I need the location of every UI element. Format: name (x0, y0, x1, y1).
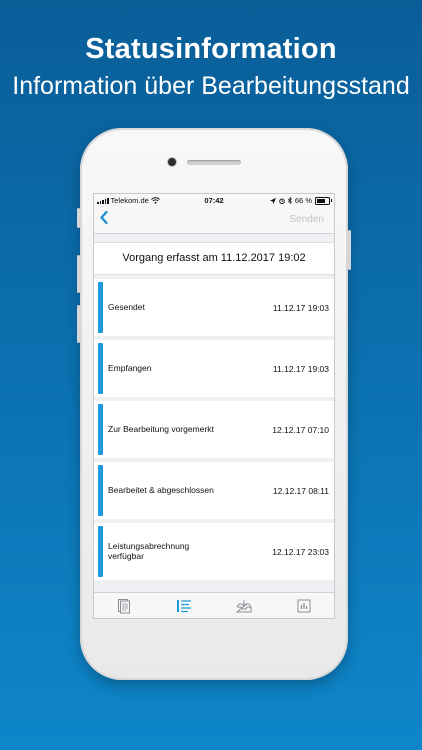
status-row: Bearbeitet & abgeschlossen 12.12.17 08:1… (94, 462, 334, 519)
send-button[interactable]: Senden (290, 214, 324, 225)
bluetooth-icon (287, 197, 292, 204)
status-indicator-bar (98, 526, 103, 577)
phone-power-button (348, 230, 351, 270)
status-row: Leistungsabrechnung verfügbar 12.12.17 2… (94, 523, 334, 580)
chart-icon (297, 599, 311, 613)
document-icon (118, 599, 130, 614)
navigation-bar: Senden (94, 207, 334, 234)
tab-statistics[interactable] (274, 593, 334, 618)
status-indicator-bar (98, 282, 103, 333)
status-indicator-bar (98, 343, 103, 394)
tab-status[interactable] (154, 593, 214, 618)
status-date: 12.12.17 23:03 (272, 546, 329, 557)
phone-mute-switch (77, 208, 80, 228)
tab-document[interactable] (94, 593, 154, 618)
promo-headline: Statusinformation (85, 33, 337, 65)
location-arrow-icon (269, 197, 276, 204)
battery-icon (315, 196, 332, 205)
front-camera (168, 158, 176, 166)
back-button[interactable] (100, 210, 108, 228)
status-date: 12.12.17 08:11 (272, 485, 329, 496)
status-label: Gesendet (108, 301, 145, 312)
inbox-download-icon (236, 600, 252, 613)
battery-percent: 66 % (294, 196, 312, 205)
submission-info: Vorgang erfasst am 11.12.2017 19:02 (94, 242, 334, 275)
status-row: Empfangen 11.12.17 19:03 (94, 340, 334, 397)
phone-volume-down (77, 305, 80, 343)
status-date: 12.12.17 07:10 (272, 424, 329, 435)
alarm-icon (279, 198, 285, 204)
status-indicator-bar (98, 404, 103, 455)
status-list: Gesendet 11.12.17 19:03 Empfangen 11.12.… (94, 279, 334, 584)
status-label: Zur Bearbeitung vorgemerkt (108, 423, 214, 434)
tab-inbox[interactable] (214, 593, 274, 618)
chevron-left-icon (100, 210, 108, 225)
status-label: Leistungsabrechnung verfügbar (108, 540, 190, 561)
status-row: Zur Bearbeitung vorgemerkt 12.12.17 07:1… (94, 401, 334, 458)
status-indicator-bar (98, 465, 103, 516)
status-row: Gesendet 11.12.17 19:03 (94, 279, 334, 336)
status-label: Empfangen (108, 362, 152, 373)
promo-subline: Information über Bearbeitungsstand (12, 72, 410, 100)
status-date: 11.12.17 19:03 (272, 363, 329, 374)
phone-screen: Telekom.de 07:42 66 % Senden Vorgang erf… (93, 193, 335, 619)
status-label: Bearbeitet & abgeschlossen (108, 484, 214, 495)
earpiece-speaker (187, 160, 241, 165)
tab-bar (94, 592, 334, 618)
phone-volume-up (77, 255, 80, 293)
list-icon (177, 600, 191, 613)
status-bar: Telekom.de 07:42 66 % (94, 194, 334, 207)
status-date: 11.12.17 19:03 (272, 302, 329, 313)
